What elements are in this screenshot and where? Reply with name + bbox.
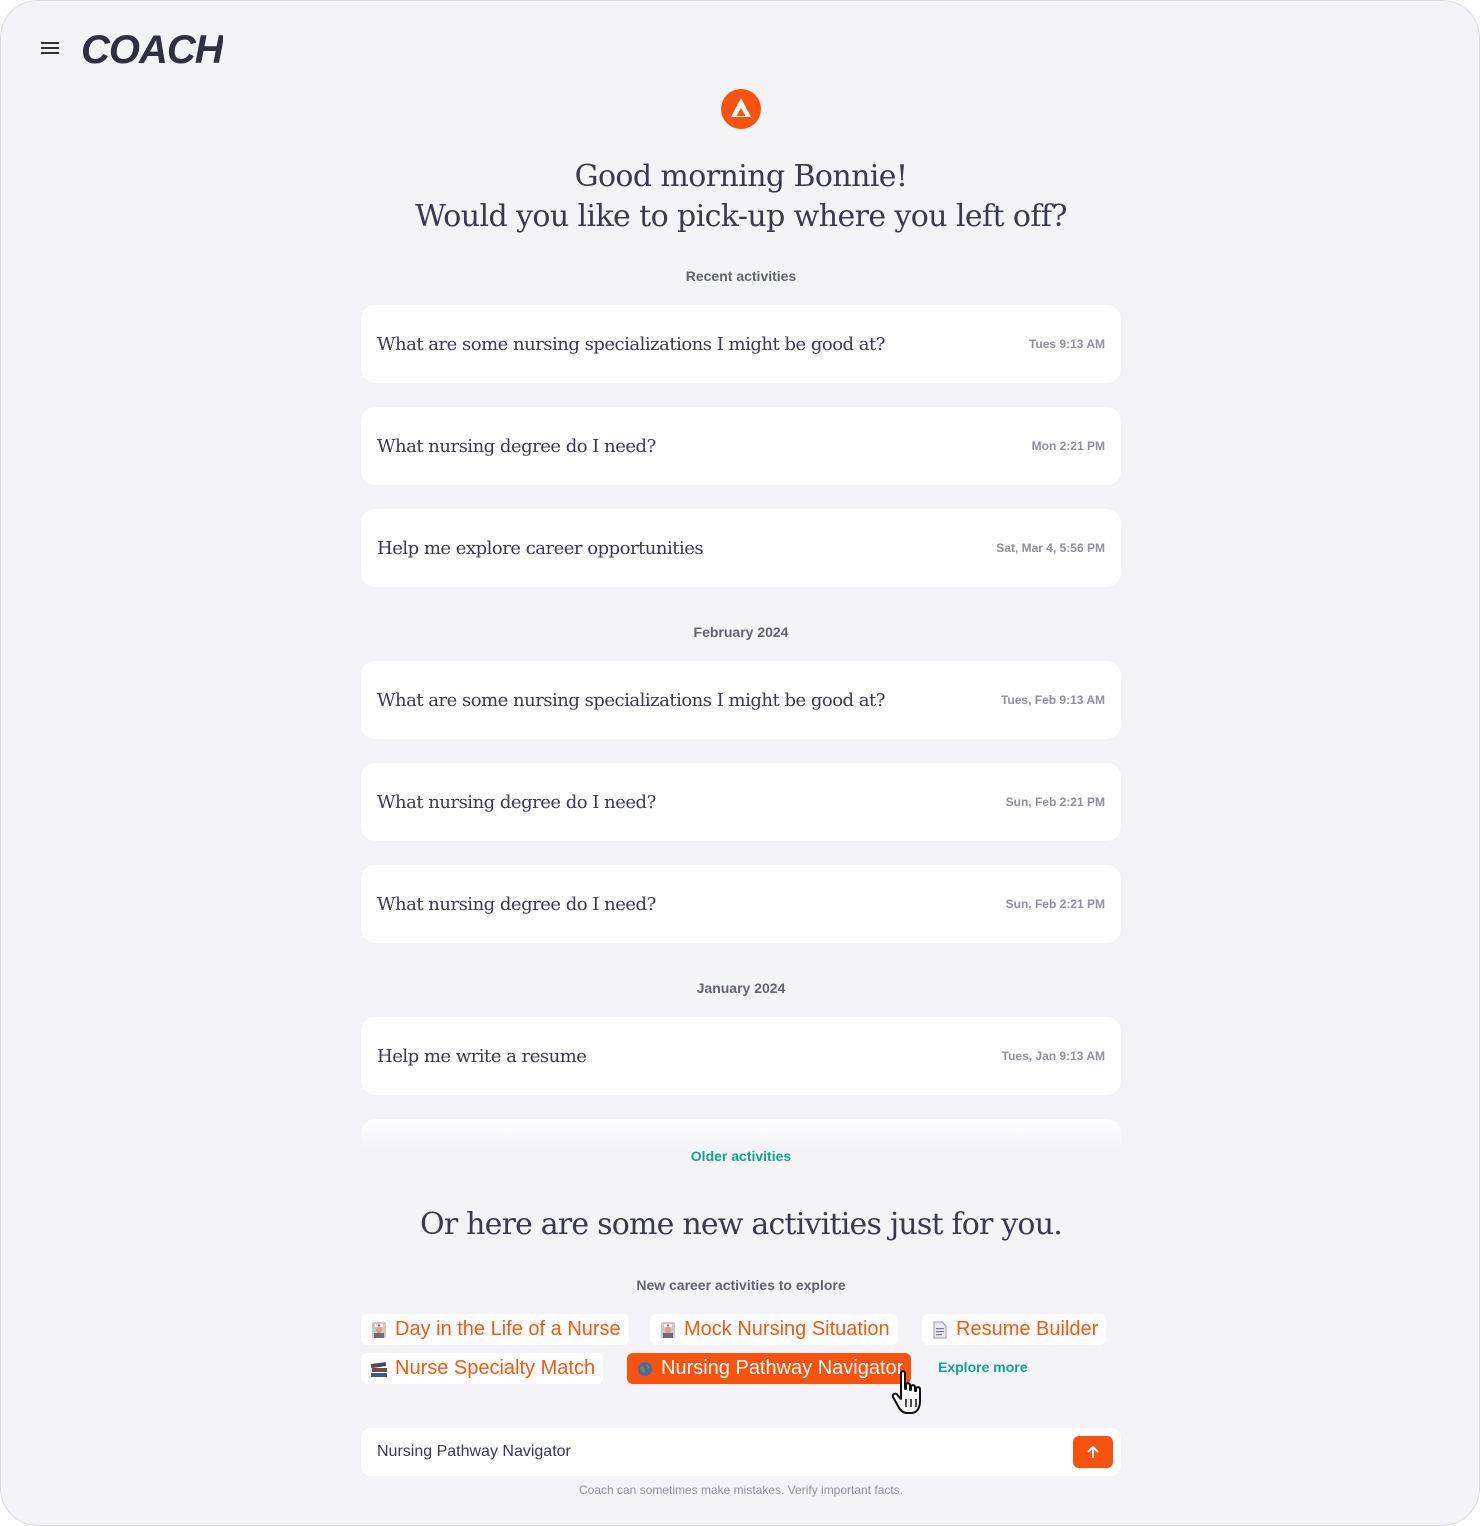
document-icon [933,1321,947,1338]
nurse-icon [372,1321,386,1338]
hamburger-menu-icon[interactable] [41,39,65,59]
hand-pointer-cursor-icon [891,1370,921,1414]
chip-resume-builder[interactable]: Resume Builder [922,1314,1107,1345]
activity-question: What nursing degree do I need? [377,435,656,457]
activity-time: Tues, Jan 9:13 AM [1001,1049,1105,1063]
recent-activities-label: Recent activities [685,268,797,284]
activity-card[interactable]: What nursing degree do I need? Sun, Feb … [361,865,1121,943]
app-window: COACH Good morning Bonnie! Would you lik… [0,0,1480,1526]
activity-question: What are some nursing specializations I … [377,333,885,355]
chip-label: Nurse Specialty Match [395,1357,596,1379]
new-activities-label: New career activities to explore [636,1277,846,1293]
activity-card[interactable]: What nursing degree do I need? Sun, Feb … [361,763,1121,841]
older-activities-link[interactable]: Older activities [601,1148,881,1164]
chip-label: Nursing Pathway Navigator [661,1357,904,1379]
activity-card[interactable]: What nursing degree do I need? Mon 2:21 … [361,407,1121,485]
send-button[interactable] [1073,1436,1113,1468]
activity-question: What nursing degree do I need? [377,791,656,813]
new-activities-headline: Or here are some new activities just for… [420,1207,1063,1242]
faded-activity-card [361,1119,1121,1149]
arrow-up-icon [1087,1446,1099,1458]
greeting-line-1: Good morning Bonnie! [574,159,908,194]
activity-question: What are some nursing specializations I … [377,689,885,711]
nurse-icon [661,1321,675,1338]
activity-time: Tues 9:13 AM [1028,337,1105,351]
coach-brand-icon [721,89,761,129]
chip-label: Mock Nursing Situation [684,1318,890,1340]
activity-time: Sun, Feb 2:21 PM [1005,795,1105,809]
chip-mock-nursing-situation[interactable]: Mock Nursing Situation [650,1314,898,1345]
activity-card[interactable]: What are some nursing specializations I … [361,305,1121,383]
activity-time: Tues, Feb 9:13 AM [1000,693,1105,707]
chip-day-in-the-life-of-a-nurse[interactable]: Day in the Life of a Nurse [361,1314,629,1345]
disclaimer-text: Coach can sometimes make mistakes. Verif… [578,1483,904,1497]
globe-icon [638,1361,652,1376]
composer [361,1428,1121,1476]
chip-nurse-specialty-match[interactable]: Nurse Specialty Match [361,1353,604,1384]
january-2024-label: January 2024 [696,980,786,996]
activity-question: Help me write a resume [377,1045,587,1067]
chip-nursing-pathway-navigator[interactable]: Nursing Pathway Navigator [627,1353,912,1384]
activity-time: Mon 2:21 PM [1031,439,1105,453]
greeting-line-2: Would you like to pick-up where you left… [415,199,1067,234]
activity-time: Sun, Feb 2:21 PM [1005,897,1105,911]
activity-question: Help me explore career opportunities [377,537,704,559]
books-icon [370,1361,387,1377]
activity-card[interactable]: What are some nursing specializations I … [361,661,1121,739]
activity-card[interactable]: Help me write a resume Tues, Jan 9:13 AM [361,1017,1121,1095]
coach-logo: COACH [81,28,223,71]
chip-label: Day in the Life of a Nurse [395,1318,621,1340]
explore-more-link[interactable]: Explore more [938,1359,1027,1375]
chip-label: Resume Builder [956,1318,1099,1340]
activity-time: Sat, Mar 4, 5:56 PM [996,541,1105,555]
svg-text:COACH: COACH [81,28,223,71]
message-input[interactable] [377,1438,1057,1466]
activity-card[interactable]: Help me explore career opportunities Sat… [361,509,1121,587]
february-2024-label: February 2024 [693,624,789,640]
activity-question: What nursing degree do I need? [377,893,656,915]
